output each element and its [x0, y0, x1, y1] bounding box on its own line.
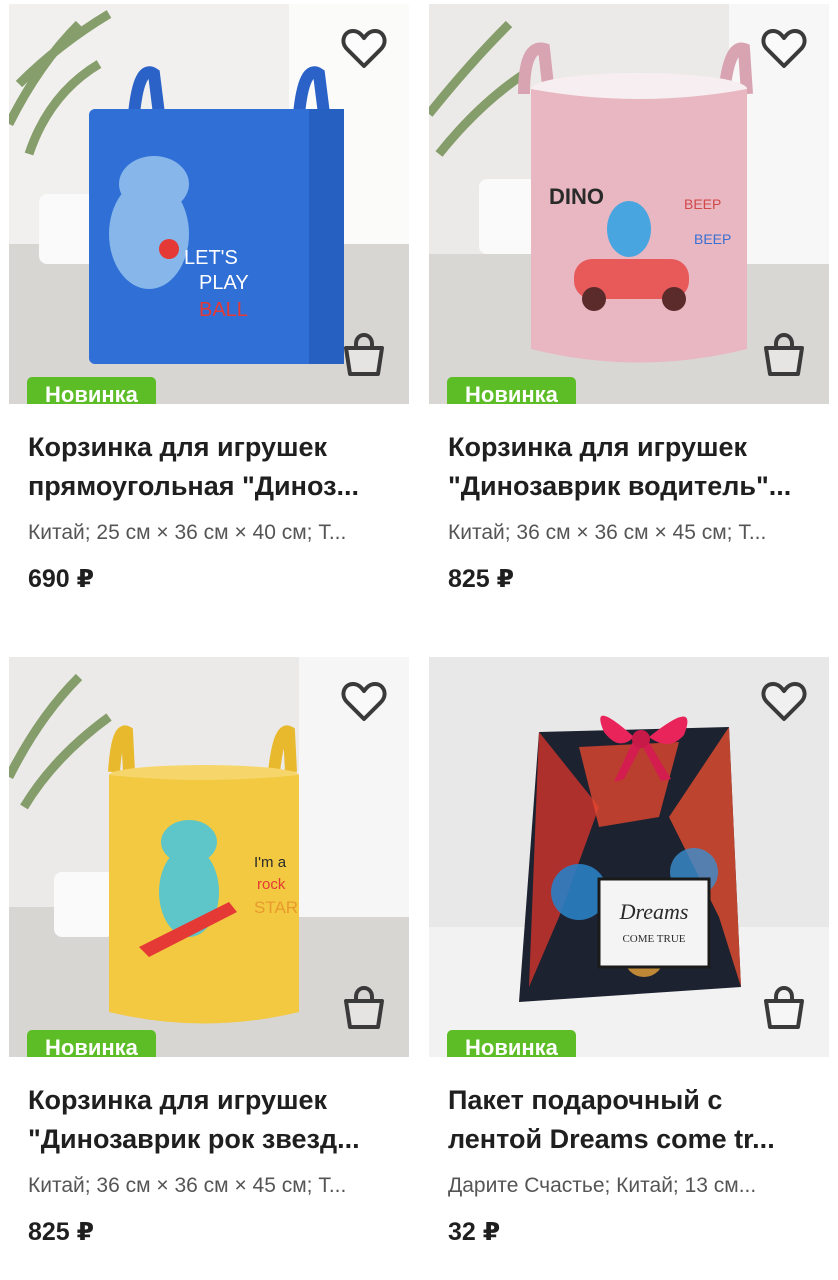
favorite-button[interactable]	[759, 677, 809, 727]
svg-text:COME TRUE: COME TRUE	[622, 933, 685, 945]
product-description: Китай; 36 см × 36 см × 45 см; Т...	[448, 521, 767, 544]
product-price: 825 ₽	[448, 565, 515, 593]
svg-text:rock: rock	[257, 876, 286, 893]
product-price: 825 ₽	[28, 1218, 95, 1246]
product-image[interactable]: DINO BEEP BEEP Новинка	[429, 4, 829, 404]
product-price: 690 ₽	[28, 565, 95, 593]
shopping-bag-icon	[764, 332, 804, 376]
product-image[interactable]: Dreams COME TRUE Новинка	[429, 657, 829, 1057]
shopping-bag-icon	[344, 332, 384, 376]
product-price: 32 ₽	[448, 1218, 501, 1246]
favorite-button[interactable]	[339, 24, 389, 74]
product-image[interactable]: I'm a rock STAR Новинка	[9, 657, 409, 1057]
new-badge: Новинка	[27, 1030, 156, 1057]
product-card[interactable]: I'm a rock STAR Новинка Корзинка для игр…	[9, 657, 409, 1249]
add-to-cart-button[interactable]	[759, 983, 809, 1033]
product-description: Китай; 36 см × 36 см × 45 см; Т...	[28, 1174, 347, 1197]
svg-text:BALL: BALL	[199, 299, 248, 321]
heart-outline-icon	[761, 682, 807, 721]
product-card[interactable]: LET'S PLAY BALL Новинка Корзинка для игр…	[9, 4, 409, 596]
svg-text:BEEP: BEEP	[684, 196, 721, 212]
add-to-cart-button[interactable]	[339, 330, 389, 380]
add-to-cart-button[interactable]	[759, 330, 809, 380]
svg-text:LET'S: LET'S	[184, 247, 238, 269]
new-badge: Новинка	[27, 377, 156, 404]
product-title[interactable]: Корзинка для игрушек "Динозаврик водител…	[448, 428, 818, 506]
product-title[interactable]: Пакет подарочный с лентой Dreams come tr…	[448, 1081, 818, 1159]
shopping-bag-icon	[764, 985, 804, 1029]
svg-text:I'm a: I'm a	[254, 854, 287, 871]
add-to-cart-button[interactable]	[339, 983, 389, 1033]
favorite-button[interactable]	[339, 677, 389, 727]
product-title[interactable]: Корзинка для игрушек "Динозаврик рок зве…	[28, 1081, 398, 1159]
product-title[interactable]: Корзинка для игрушек прямоугольная "Дино…	[28, 428, 398, 506]
shopping-bag-icon	[344, 985, 384, 1029]
heart-outline-icon	[761, 29, 807, 68]
svg-text:STAR: STAR	[254, 898, 298, 917]
product-description: Дарите Счастье; Китай; 13 см...	[448, 1174, 757, 1197]
product-grid: LET'S PLAY BALL Новинка Корзинка для игр…	[0, 0, 838, 1280]
product-card[interactable]: Dreams COME TRUE Новинка Пакет подарочны…	[429, 657, 829, 1249]
heart-outline-icon	[341, 682, 387, 721]
product-description: Китай; 25 см × 36 см × 40 см; Т...	[28, 521, 347, 544]
svg-text:DINO: DINO	[549, 184, 604, 209]
new-badge: Новинка	[447, 377, 576, 404]
svg-text:BEEP: BEEP	[694, 231, 731, 247]
svg-text:Dreams: Dreams	[619, 899, 689, 924]
svg-text:PLAY: PLAY	[199, 272, 249, 294]
favorite-button[interactable]	[759, 24, 809, 74]
product-image[interactable]: LET'S PLAY BALL Новинка	[9, 4, 409, 404]
new-badge: Новинка	[447, 1030, 576, 1057]
product-card[interactable]: DINO BEEP BEEP Новинка Корзинка для игру…	[429, 4, 829, 596]
heart-outline-icon	[341, 29, 387, 68]
